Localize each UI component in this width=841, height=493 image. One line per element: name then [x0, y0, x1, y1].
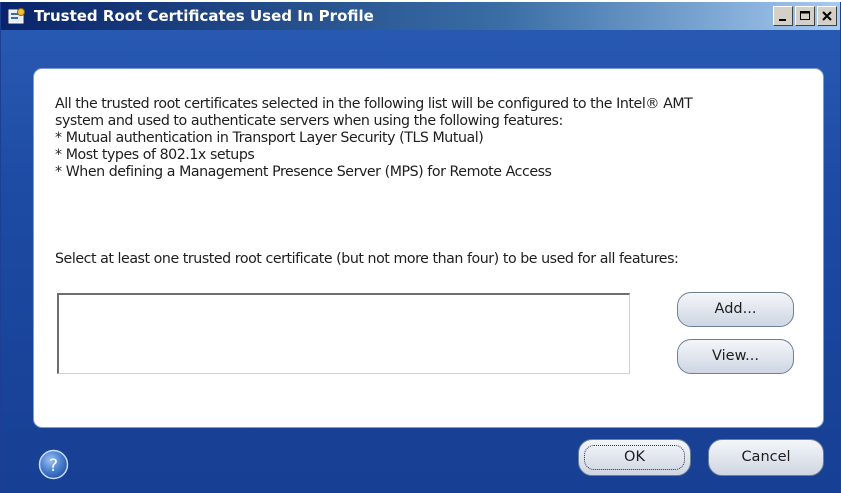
- minimize-icon: [779, 19, 786, 21]
- description-line: All the trusted root certificates select…: [55, 96, 693, 112]
- certificate-list[interactable]: [57, 293, 630, 374]
- description-line: system and used to authenticate servers …: [55, 113, 563, 129]
- view-button[interactable]: View...: [677, 339, 794, 374]
- maximize-icon: [800, 11, 810, 20]
- add-button[interactable]: Add...: [677, 292, 794, 327]
- close-icon: [822, 11, 832, 21]
- window-controls: [771, 6, 837, 26]
- close-button[interactable]: [817, 6, 837, 26]
- help-icon: ?: [38, 449, 69, 480]
- cancel-button[interactable]: Cancel: [708, 439, 824, 476]
- title-bar[interactable]: Trusted Root Certificates Used In Profil…: [1, 2, 840, 30]
- settings-window-icon: [8, 7, 26, 25]
- help-button[interactable]: ?: [38, 449, 69, 480]
- ok-button[interactable]: OK: [578, 439, 691, 476]
- content-panel: All the trusted root certificates select…: [33, 68, 824, 428]
- window-title: Trusted Root Certificates Used In Profil…: [34, 7, 374, 25]
- description-text: All the trusted root certificates select…: [55, 96, 815, 181]
- select-prompt: Select at least one trusted root certifi…: [55, 251, 679, 267]
- svg-text:?: ?: [49, 456, 58, 476]
- focus-ring: [584, 445, 685, 470]
- minimize-button[interactable]: [773, 6, 793, 26]
- description-line: * Mutual authentication in Transport Lay…: [55, 130, 484, 146]
- description-line: * Most types of 802.1x setups: [55, 147, 255, 163]
- maximize-button[interactable]: [795, 6, 815, 26]
- dialog-window: Trusted Root Certificates Used In Profil…: [0, 2, 841, 493]
- description-line: * When defining a Management Presence Se…: [55, 164, 552, 180]
